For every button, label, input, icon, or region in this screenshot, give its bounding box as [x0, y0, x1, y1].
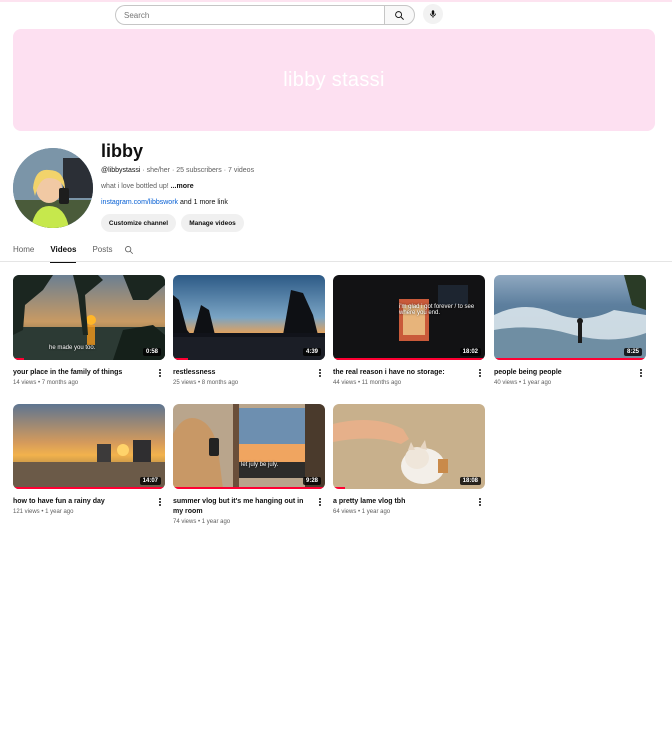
- video-meta: 74 views • 1 year ago: [173, 519, 231, 525]
- video-views: 40 views: [494, 380, 518, 386]
- watch-progress-bar: [333, 358, 485, 360]
- video-age: 1 year ago: [201, 519, 231, 525]
- video-duration: 14:07: [139, 477, 161, 485]
- video-views: 44 views: [333, 380, 357, 386]
- video-thumbnail[interactable]: i'm glad i got forever / to see where yo…: [333, 275, 485, 360]
- channel-description[interactable]: what i love bottled up! ...more: [101, 183, 194, 190]
- more-links-link[interactable]: and 1 more link: [180, 199, 228, 206]
- manage-videos-button[interactable]: Manage videos: [181, 214, 244, 232]
- video-age: 1 year ago: [361, 509, 391, 515]
- video-title[interactable]: summer vlog but it's me hanging out in m…: [173, 497, 325, 517]
- video-card[interactable]: he made you too. 0:58 your place in the …: [13, 275, 165, 386]
- search-box[interactable]: [115, 5, 384, 25]
- video-card[interactable]: i'm glad i got forever / to see where yo…: [333, 275, 485, 386]
- watch-progress-bar: [173, 487, 325, 489]
- video-age: 8 months ago: [201, 380, 239, 386]
- search-icon: [395, 10, 404, 20]
- description-text: what i love bottled up!: [101, 183, 169, 190]
- video-card[interactable]: 4:39 restlessness 25 views • 8 months ag…: [173, 275, 325, 386]
- video-meta: 40 views • 1 year ago: [494, 380, 552, 386]
- microphone-icon: [430, 10, 436, 18]
- video-views: 74 views: [173, 519, 197, 525]
- video-card[interactable]: let july be july. 9:28 summer vlog but i…: [173, 404, 325, 525]
- video-meta: 44 views • 11 months ago: [333, 380, 402, 386]
- video-duration: 8:25: [623, 348, 642, 356]
- video-age: 11 months ago: [361, 380, 402, 386]
- more-vert-icon[interactable]: [477, 368, 483, 378]
- avatar[interactable]: [13, 148, 93, 228]
- video-views: 14 views: [13, 380, 37, 386]
- channel-handle: @libbystassi: [101, 167, 141, 174]
- subscriber-count: 25 subscribers: [176, 167, 222, 174]
- video-duration: 4:39: [302, 348, 321, 356]
- more-vert-icon[interactable]: [317, 368, 323, 378]
- video-title[interactable]: the real reason i have no storage:: [333, 368, 485, 378]
- video-age: 1 year ago: [522, 380, 552, 386]
- video-card[interactable]: 18:08 a pretty lame vlog tbh 64 views • …: [333, 404, 485, 515]
- search-input[interactable]: [124, 10, 384, 20]
- video-thumbnail[interactable]: he made you too. 0:58: [13, 275, 165, 360]
- video-duration: 18:08: [459, 477, 481, 485]
- watch-progress-bar: [173, 358, 189, 360]
- watch-progress-bar: [333, 487, 346, 489]
- channel-meta: @libbystassi · she/her · 25 subscribers …: [101, 167, 254, 174]
- thumbnail-caption: let july be july.: [241, 462, 279, 468]
- video-age: 1 year ago: [45, 509, 74, 515]
- video-views: 121 views: [13, 509, 40, 515]
- video-card[interactable]: 14:07 how to have fun a rainy day 121 vi…: [13, 404, 165, 515]
- channel-link[interactable]: instagram.com/libbswork: [101, 199, 178, 206]
- more-vert-icon[interactable]: [157, 497, 163, 507]
- tab-videos[interactable]: Videos: [50, 245, 77, 263]
- channel-tabs: Home Videos Posts: [13, 245, 150, 263]
- video-count: 7 videos: [228, 167, 255, 174]
- voice-search-button[interactable]: [423, 4, 443, 24]
- channel-search-button[interactable]: [124, 245, 134, 260]
- more-vert-icon[interactable]: [477, 497, 483, 507]
- more-vert-icon[interactable]: [157, 368, 163, 378]
- video-title[interactable]: a pretty lame vlog tbh: [333, 497, 485, 507]
- video-meta: 14 views • 7 months ago: [13, 380, 79, 386]
- more-vert-icon[interactable]: [317, 497, 323, 507]
- channel-banner: libby stassi: [13, 29, 655, 131]
- video-views: 25 views: [173, 380, 197, 386]
- video-title[interactable]: restlessness: [173, 368, 325, 378]
- video-meta: 64 views • 1 year ago: [333, 509, 391, 515]
- thumbnail-caption: i'm glad i got forever / to see where yo…: [399, 304, 475, 316]
- video-age: 7 months ago: [41, 380, 79, 386]
- channel-name: libby: [101, 141, 144, 161]
- top-accent-line: [0, 0, 672, 2]
- search-bar: [115, 5, 415, 25]
- video-meta: 25 views • 8 months ago: [173, 380, 239, 386]
- tab-posts[interactable]: Posts: [92, 245, 112, 260]
- customize-channel-button[interactable]: Customize channel: [101, 214, 176, 232]
- tab-home[interactable]: Home: [13, 245, 34, 260]
- channel-pronouns: she/her: [146, 167, 170, 174]
- video-title[interactable]: your place in the family of things: [13, 368, 165, 378]
- video-title[interactable]: people being people: [494, 368, 646, 378]
- watch-progress-bar: [13, 358, 24, 360]
- search-icon: [125, 246, 134, 255]
- video-thumbnail[interactable]: let july be july. 9:28: [173, 404, 325, 489]
- video-thumbnail[interactable]: 8:25: [494, 275, 646, 360]
- thumbnail-caption: he made you too.: [49, 345, 96, 351]
- video-views: 64 views: [333, 509, 357, 515]
- video-thumbnail[interactable]: 4:39: [173, 275, 325, 360]
- video-title[interactable]: how to have fun a rainy day: [13, 497, 165, 507]
- watch-progress-bar: [13, 487, 165, 489]
- description-more-link[interactable]: ...more: [171, 183, 194, 190]
- channel-links: instagram.com/libbswork and 1 more link: [101, 199, 228, 206]
- video-card[interactable]: 8:25 people being people 40 views • 1 ye…: [494, 275, 646, 386]
- video-thumbnail[interactable]: 14:07: [13, 404, 165, 489]
- video-duration: 9:28: [302, 477, 321, 485]
- video-duration: 0:58: [142, 348, 161, 356]
- tabs-divider: [0, 261, 672, 262]
- video-duration: 18:02: [459, 348, 481, 356]
- avatar-image: [13, 148, 93, 228]
- search-button[interactable]: [384, 5, 415, 25]
- more-vert-icon[interactable]: [638, 368, 644, 378]
- banner-text: libby stassi: [283, 68, 385, 91]
- video-thumbnail[interactable]: 18:08: [333, 404, 485, 489]
- video-meta: 121 views • 1 year ago: [13, 509, 74, 515]
- watch-progress-bar: [494, 358, 646, 360]
